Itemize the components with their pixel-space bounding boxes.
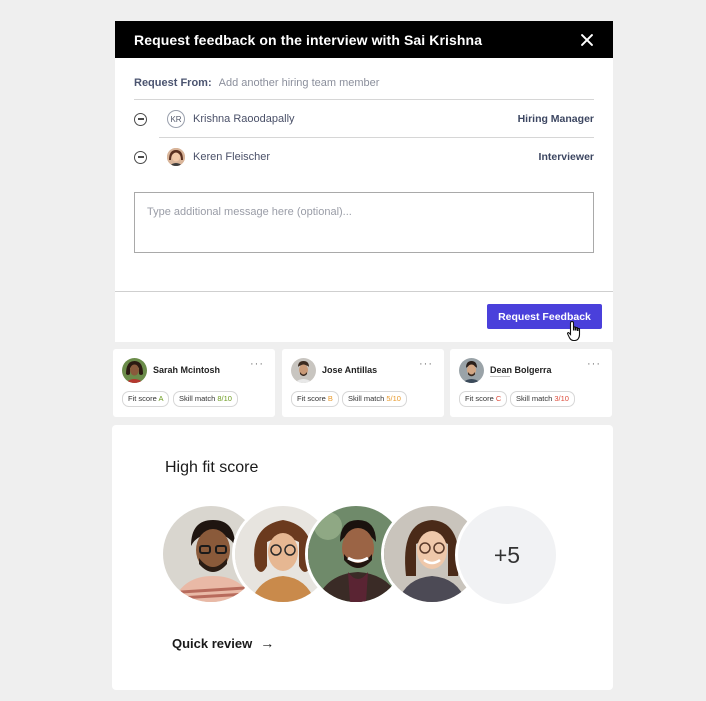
arrow-right-icon: → — [260, 635, 275, 651]
skill-match-badge: Skill match 3/10 — [510, 391, 575, 407]
member-name: Keren Fleischer — [193, 151, 271, 163]
close-icon[interactable] — [580, 33, 594, 47]
skill-match-label: Skill match — [516, 394, 553, 403]
request-feedback-modal: Request feedback on the interview with S… — [115, 21, 613, 342]
fit-score-badge: Fit score B — [291, 391, 339, 407]
member-row: KR Krishna Raoodapally Hiring Manager — [134, 100, 594, 138]
avatar — [459, 358, 484, 383]
more-options-icon[interactable]: ··· — [419, 358, 433, 370]
member-role: Hiring Manager — [517, 113, 594, 125]
additional-message-input[interactable] — [134, 192, 594, 253]
skill-match-value: 3/10 — [554, 394, 569, 403]
avatar: KR — [167, 110, 185, 128]
member-row: Keren Fleischer Interviewer — [134, 138, 594, 176]
remove-member-icon[interactable] — [134, 112, 147, 126]
avatar — [291, 358, 316, 383]
remove-member-icon[interactable] — [134, 150, 147, 164]
quick-review-link[interactable]: Quick review → — [172, 635, 274, 651]
candidate-card[interactable]: Dean Bolgerra ··· Fit score C Skill matc… — [450, 349, 612, 417]
divider — [490, 376, 510, 377]
skill-match-value: 8/10 — [217, 394, 232, 403]
more-options-icon[interactable]: ··· — [587, 358, 601, 370]
member-role: Interviewer — [538, 151, 594, 163]
fit-score-label: Fit score — [128, 394, 157, 403]
fit-score-value: A — [158, 394, 164, 403]
avatar — [167, 148, 185, 166]
fit-score-badge: Fit score A — [122, 391, 170, 407]
member-name: Krishna Raoodapally — [193, 113, 295, 125]
avatar — [122, 358, 147, 383]
modal-title: Request feedback on the interview with S… — [134, 31, 483, 48]
candidate-name: Jose Antillas — [322, 365, 378, 375]
skill-match-label: Skill match — [348, 394, 385, 403]
candidate-card[interactable]: Jose Antillas ··· Fit score B Skill matc… — [282, 349, 444, 417]
skill-match-label: Skill match — [179, 394, 216, 403]
request-from-label: Request From: — [134, 76, 212, 89]
candidate-name: Sarah Mcintosh — [153, 365, 221, 375]
fit-score-label: Fit score — [297, 394, 326, 403]
panel-title: High fit score — [165, 459, 259, 476]
skill-match-badge: Skill match 8/10 — [173, 391, 238, 407]
skill-match-value: 5/10 — [386, 394, 401, 403]
skill-match-badge: Skill match 5/10 — [342, 391, 407, 407]
modal-header: Request feedback on the interview with S… — [115, 21, 613, 58]
high-fit-score-panel: High fit score +5 Quick review → — [112, 425, 613, 690]
quick-review-label: Quick review — [172, 635, 253, 651]
request-from-row: Request From: — [134, 58, 594, 100]
fit-score-label: Fit score — [465, 394, 494, 403]
fit-score-value: C — [495, 394, 502, 403]
divider — [115, 291, 613, 292]
fit-score-badge: Fit score C — [459, 391, 508, 407]
candidate-name: Dean Bolgerra — [490, 365, 552, 375]
candidate-card[interactable]: Sarah Mcintosh ··· Fit score A Skill mat… — [113, 349, 275, 417]
more-options-icon[interactable]: ··· — [250, 358, 264, 370]
fit-score-value: B — [327, 394, 333, 403]
hand-cursor-icon — [566, 320, 581, 342]
more-candidates-count[interactable]: +5 — [455, 503, 559, 607]
add-team-member-input[interactable] — [218, 76, 594, 89]
